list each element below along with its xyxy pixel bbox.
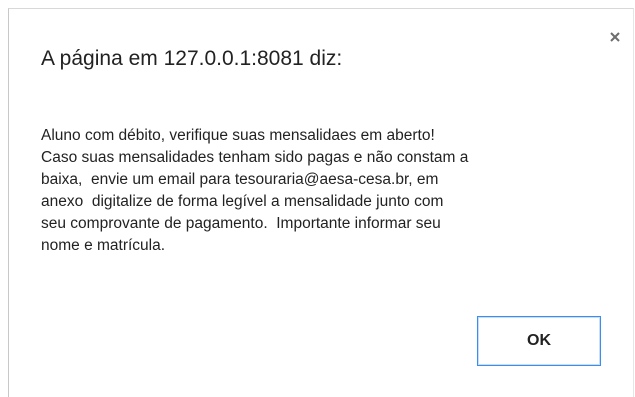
message-line: anexo digitalize de forma legível a mens… [41,193,444,210]
message-line: nome e matrícula. [41,237,166,254]
ok-button[interactable]: OK [477,316,601,366]
message-line: seu comprovante de pagamento. Importante… [41,215,441,232]
close-button[interactable] [607,29,623,45]
dialog-message: Aluno com débito, verifique suas mensali… [41,125,621,257]
dialog-title: A página em 127.0.0.1:8081 diz: [41,47,343,70]
message-line: baixa, envie um email para tesouraria@ae… [41,171,439,188]
message-line: Aluno com débito, verifique suas mensali… [41,127,435,144]
message-line: Caso suas mensalidades tenham sido pagas… [41,149,469,166]
alert-dialog: A página em 127.0.0.1:8081 diz: Aluno co… [8,8,634,397]
close-icon [610,32,620,42]
